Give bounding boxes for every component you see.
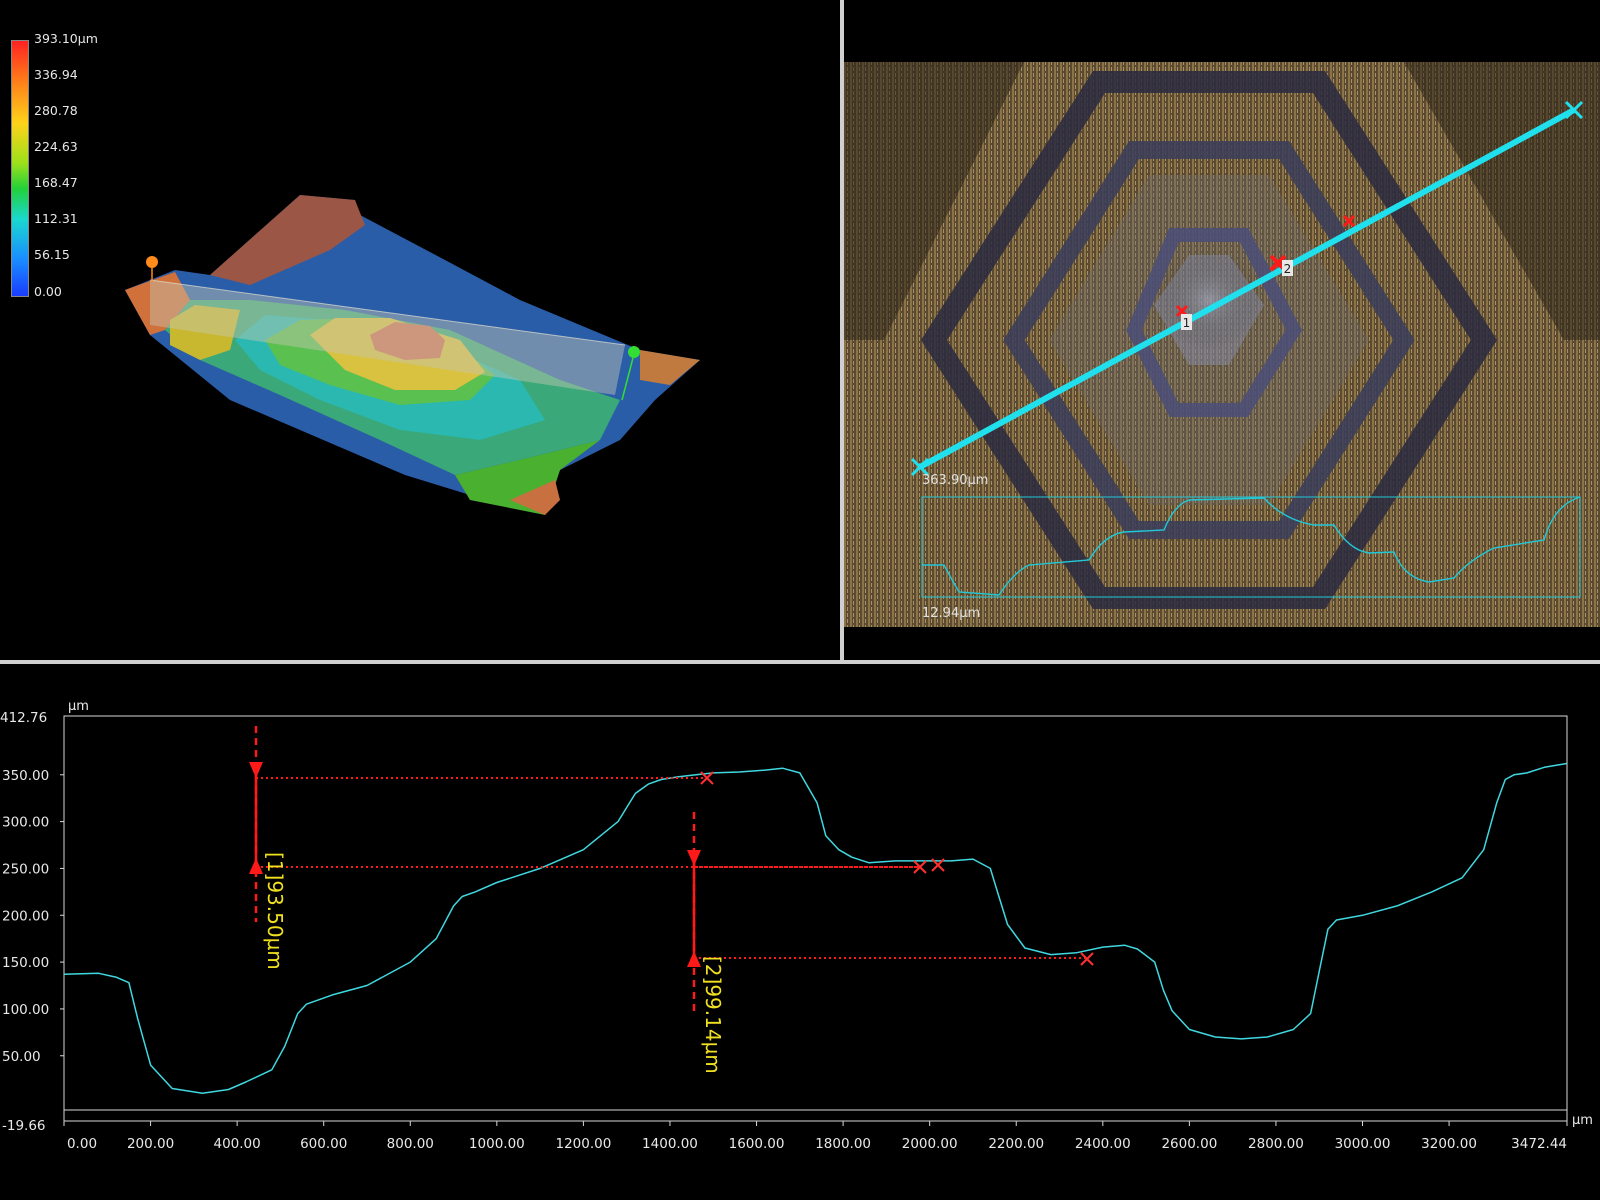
point-tag-1-label: 1 (1183, 316, 1191, 330)
y-tick-label: 150.00 (2, 955, 49, 971)
x-tick-label: 1000.00 (469, 1136, 525, 1152)
y-tick-label: 300.00 (2, 815, 49, 831)
x-tick-label: 0.00 (67, 1136, 97, 1152)
x-tick-label: 3200.00 (1421, 1136, 1477, 1152)
profile-line (63, 762, 1567, 1094)
y-tick-label: 250.00 (2, 861, 49, 877)
surface-micrograph (844, 62, 1600, 627)
x-tick-label: 1600.00 (729, 1136, 785, 1152)
measurement-2-label: [2]99.14µm (701, 956, 725, 1074)
height-measurement-2[interactable] (687, 812, 1085, 1014)
profile-chart-panel[interactable]: µm µm 412.76 -19.66 350.00 300.00 250.00 20… (0, 664, 1600, 1200)
y-min-label: -19.66 (2, 1118, 46, 1134)
profile-range-label: 12.94µm (922, 606, 980, 621)
x-tick-label: 600.00 (300, 1136, 347, 1152)
3d-surface-render[interactable] (0, 0, 840, 660)
x-tick-label: 3000.00 (1335, 1136, 1391, 1152)
microscope-image-panel[interactable]: 1 2 363.90µm 12.94µm (844, 0, 1600, 660)
profile-series (63, 762, 1567, 1094)
x-axis-ticks: 0.00 200.00 400.00 600.00 800.00 1000.00 1200.… (63, 1121, 1568, 1152)
section-start-marker[interactable] (146, 256, 158, 268)
x-tick-label: 2200.00 (988, 1136, 1044, 1152)
x-unit-label: µm (1572, 1113, 1593, 1128)
y-tick-label: 200.00 (2, 908, 49, 924)
y-tick-label: 100.00 (2, 1002, 49, 1018)
profile-point-marker[interactable] (1080, 952, 1094, 966)
x-tick-label: 200.00 (127, 1136, 174, 1152)
profile-chart[interactable]: µm µm 412.76 -19.66 350.00 300.00 250.00 20… (0, 664, 1600, 1200)
section-end-marker[interactable] (628, 346, 640, 358)
x-tick-label: 3472.44 (1511, 1136, 1567, 1152)
measurement-1-label: [1]93.50µm (263, 852, 287, 970)
x-tick-label: 400.00 (214, 1136, 261, 1152)
surface-right-step (640, 350, 700, 385)
height-measurement-1[interactable] (249, 726, 920, 922)
y-tick-label: 50.00 (2, 1049, 41, 1065)
y-axis-ticks: 350.00 300.00 250.00 200.00 150.00 100.00 50.0… (2, 768, 64, 1065)
y-unit-label: µm (68, 699, 89, 714)
point-tag-2-label: 2 (1284, 262, 1292, 276)
x-tick-label: 800.00 (387, 1136, 434, 1152)
y-tick-label: 350.00 (2, 768, 49, 784)
line-length-label: 363.90µm (922, 473, 988, 488)
3d-view-panel[interactable]: 393.10µm 336.94 280.78 224.63 168.47 112… (0, 0, 840, 660)
x-tick-label: 1200.00 (555, 1136, 611, 1152)
x-tick-label: 1400.00 (642, 1136, 698, 1152)
y-max-label: 412.76 (0, 710, 47, 726)
x-tick-label: 1800.00 (815, 1136, 871, 1152)
x-tick-label: 2400.00 (1075, 1136, 1131, 1152)
x-tick-label: 2000.00 (902, 1136, 958, 1152)
x-tick-label: 2800.00 (1248, 1136, 1304, 1152)
x-tick-label: 2600.00 (1161, 1136, 1217, 1152)
